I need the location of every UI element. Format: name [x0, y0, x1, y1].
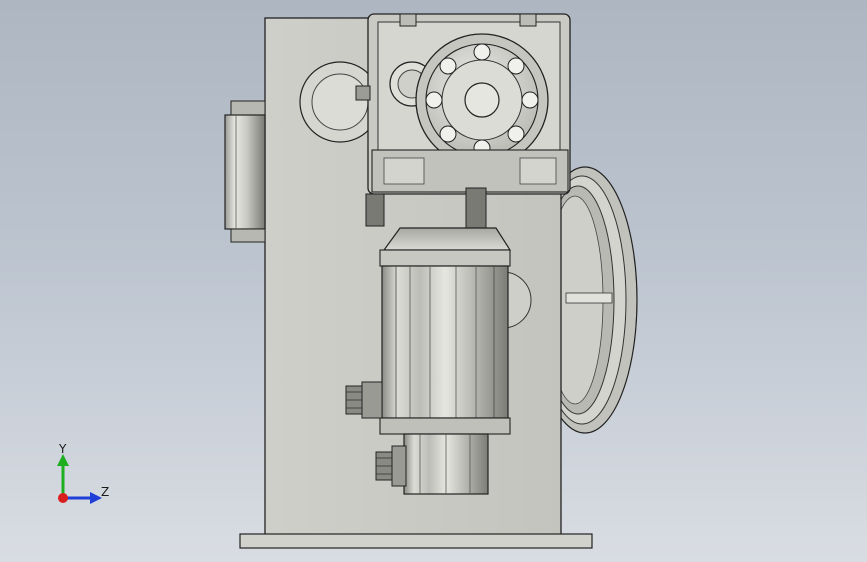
base-plate: [239, 533, 593, 549]
coordinate-triad[interactable]: Y Z: [40, 438, 130, 518]
servo-motor: [379, 249, 511, 435]
worm-gearbox: [355, 13, 571, 195]
motor-adapter-flange: [382, 227, 512, 251]
graphics-viewport[interactable]: Y Z: [0, 0, 867, 562]
motor-connector: [345, 381, 383, 419]
cad-model-view[interactable]: [0, 0, 867, 562]
z-axis-label: Z: [101, 485, 110, 499]
y-axis-label: Y: [59, 442, 67, 456]
side-roller: [224, 100, 266, 243]
triad-arrows-icon: [57, 454, 102, 504]
